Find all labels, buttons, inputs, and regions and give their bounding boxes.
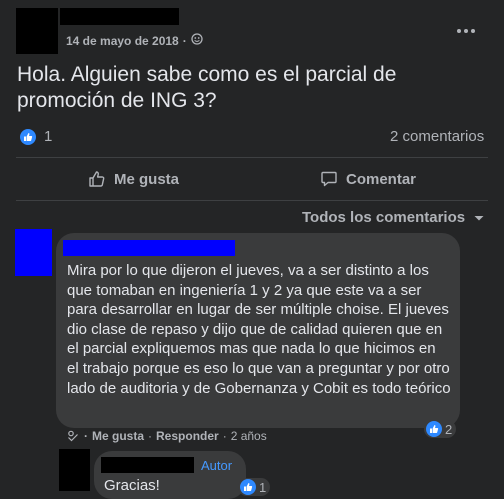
like-reaction-icon bbox=[240, 479, 256, 495]
caret-down-icon bbox=[474, 215, 484, 220]
comment-sep1: · bbox=[148, 429, 153, 443]
comment-time[interactable]: 2 años bbox=[231, 429, 267, 443]
post-date[interactable]: 14 de mayo de 2018 bbox=[66, 34, 179, 48]
divider-bottom bbox=[16, 200, 488, 201]
reply-reaction-summary[interactable]: 1 bbox=[238, 478, 271, 496]
reaction-count: 1 bbox=[44, 128, 53, 145]
comment-reply-link[interactable]: Responder bbox=[156, 429, 219, 443]
meta-separator: · bbox=[182, 33, 187, 48]
like-reaction-icon bbox=[20, 128, 36, 145]
comment-actions: · Me gusta · Responder · 2 años bbox=[66, 429, 267, 443]
post-text-line2: promoción de ING 3? bbox=[17, 89, 217, 112]
comment-label: Comentar bbox=[346, 170, 417, 188]
comment-reaction-count: 2 bbox=[445, 421, 453, 437]
author-name[interactable] bbox=[60, 8, 179, 25]
thumbs-up-icon bbox=[89, 171, 105, 187]
comment-reaction-summary[interactable]: 2 bbox=[424, 420, 457, 438]
reply-text: Gracias! bbox=[104, 477, 160, 494]
comment-text: Mira por lo que dijeron el jueves, va a … bbox=[67, 262, 451, 397]
reaction-summary[interactable]: 1 bbox=[20, 128, 52, 145]
comment-sep2: · bbox=[222, 429, 227, 443]
comment-sep0: · bbox=[84, 429, 88, 443]
comment-icon bbox=[321, 171, 337, 187]
commenter-name[interactable] bbox=[63, 240, 235, 256]
comment-filter-dropdown[interactable]: Todos los comentarios bbox=[302, 209, 485, 226]
commenter-avatar[interactable] bbox=[15, 229, 52, 276]
like-button[interactable]: Me gusta bbox=[88, 170, 179, 188]
like-reaction-icon bbox=[426, 421, 442, 437]
post-text-line1: Hola. Alguien sabe como es el parcial de bbox=[17, 63, 397, 86]
comment-button[interactable]: Comentar bbox=[320, 170, 416, 188]
comment-like-link[interactable]: Me gusta bbox=[92, 429, 144, 443]
author-badge: Autor bbox=[201, 458, 233, 473]
more-options-button[interactable] bbox=[452, 22, 480, 40]
post-meta: 14 de mayo de 2018 · bbox=[66, 33, 203, 48]
like-label: Me gusta bbox=[114, 170, 180, 188]
post-body: Hola. Alguien sabe como es el parcial de… bbox=[17, 62, 487, 114]
reply-avatar[interactable] bbox=[59, 449, 90, 491]
reply-reaction-count: 1 bbox=[259, 479, 267, 495]
share-reaction-icon bbox=[68, 430, 78, 442]
audience-icon[interactable] bbox=[191, 33, 203, 48]
avatar[interactable] bbox=[16, 8, 58, 54]
divider-top bbox=[16, 157, 488, 158]
more-horizontal-icon bbox=[457, 29, 475, 33]
reply-author-name[interactable] bbox=[101, 457, 194, 473]
comments-count-link[interactable]: 2 comentarios bbox=[390, 128, 484, 145]
comment-filter-label: Todos los comentarios bbox=[302, 209, 466, 226]
